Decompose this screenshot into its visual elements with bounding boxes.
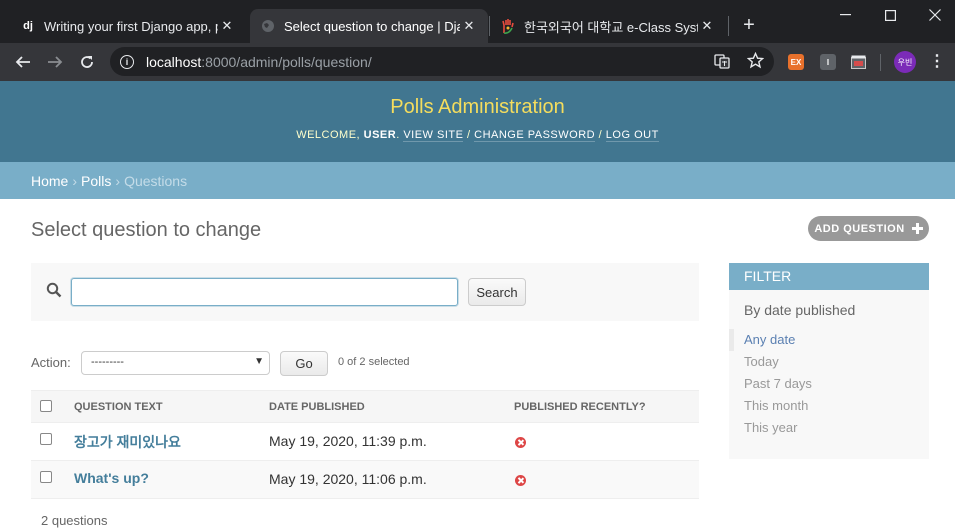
- date-published: May 19, 2020, 11:39 p.m.: [269, 433, 427, 449]
- column-question-text[interactable]: Question text: [74, 401, 163, 413]
- toolbar-separator: [880, 54, 881, 71]
- breadcrumb-home[interactable]: Home: [31, 173, 68, 189]
- results-table: Question text Date published Published r…: [31, 390, 699, 499]
- action-selected-option: ---------: [91, 356, 124, 368]
- tab-title: Writing your first Django app, p: [44, 18, 218, 34]
- site-info-icon[interactable]: i: [120, 54, 134, 69]
- maximize-window-icon[interactable]: [867, 0, 913, 30]
- search-bar: Search: [31, 263, 699, 321]
- reload-icon[interactable]: [76, 51, 98, 73]
- globe-icon: [260, 18, 276, 34]
- username: user: [363, 129, 397, 141]
- admin-header: Polls Administration Welcome, user. View…: [0, 81, 955, 162]
- actions-bar: Action: --------- ▼ Go 0 of 2 selected: [31, 350, 699, 376]
- question-link[interactable]: What's up?: [74, 470, 149, 486]
- filter-option-this-month[interactable]: This month: [729, 395, 929, 417]
- forward-arrow-icon[interactable]: [44, 51, 66, 73]
- search-button[interactable]: Search: [468, 278, 526, 306]
- go-button[interactable]: Go: [280, 351, 328, 376]
- address-bar[interactable]: i localhost:8000/admin/polls/question/: [110, 47, 774, 76]
- translate-icon[interactable]: [714, 53, 730, 73]
- filter-panel: FILTER By date published Any date Today …: [729, 263, 929, 459]
- bookmark-star-icon[interactable]: [746, 51, 765, 73]
- filter-heading: FILTER: [729, 263, 929, 290]
- table-header: Question text Date published Published r…: [31, 390, 699, 423]
- browser-tab-select-question[interactable]: Select question to change | Djan ✕: [250, 9, 488, 43]
- table-row: 장고가 재미있나요 May 19, 2020, 11:39 p.m.: [31, 423, 699, 461]
- filter-title: By date published: [744, 302, 856, 318]
- tab-title: Select question to change | Djan: [284, 18, 460, 34]
- profile-avatar[interactable]: 우빈: [894, 51, 916, 73]
- log-out-link[interactable]: Log out: [605, 129, 659, 142]
- search-input[interactable]: [71, 278, 458, 306]
- close-window-icon[interactable]: [912, 0, 955, 30]
- close-tab-icon[interactable]: ✕: [460, 18, 478, 34]
- tab-title: 한국외국어 대학교 e-Class Syste: [524, 19, 698, 35]
- select-all-checkbox[interactable]: [40, 400, 52, 412]
- filter-option-any-date[interactable]: Any date: [729, 329, 929, 351]
- extension-window-icon[interactable]: [851, 54, 867, 70]
- filter-options: Any date Today Past 7 days This month Th…: [729, 329, 929, 439]
- date-published: May 19, 2020, 11:06 p.m.: [269, 471, 427, 487]
- breadcrumb: Home › Polls › Questions: [0, 162, 955, 199]
- browser-toolbar: i localhost:8000/admin/polls/question/ E…: [0, 43, 955, 81]
- add-question-button[interactable]: ADD QUESTION: [808, 216, 929, 241]
- change-password-link[interactable]: Change password: [474, 129, 596, 142]
- row-checkbox[interactable]: [40, 433, 52, 445]
- action-select[interactable]: --------- ▼: [81, 351, 270, 375]
- search-icon: [46, 282, 62, 298]
- breadcrumb-current: Questions: [124, 172, 188, 189]
- extension-ex-icon[interactable]: EX: [788, 54, 804, 70]
- false-icon: [515, 475, 526, 486]
- extension-i-icon[interactable]: I: [820, 54, 836, 70]
- user-tools: Welcome, user. View site / Change passwo…: [296, 129, 659, 142]
- action-label: Action:: [31, 355, 71, 370]
- filter-option-past-7-days[interactable]: Past 7 days: [729, 373, 929, 395]
- back-arrow-icon[interactable]: [12, 51, 34, 73]
- false-icon: [515, 437, 526, 448]
- new-tab-button[interactable]: +: [738, 14, 760, 36]
- page-title: Select question to change: [31, 219, 262, 241]
- browser-menu-icon[interactable]: ⋮: [928, 53, 946, 71]
- browser-tab-django-tutorial[interactable]: dj Writing your first Django app, p ✕: [10, 9, 246, 43]
- close-tab-icon[interactable]: ✕: [218, 18, 236, 34]
- breadcrumb-polls[interactable]: Polls: [81, 173, 111, 189]
- hand-logo-icon: [500, 18, 516, 34]
- question-link[interactable]: 장고가 재미있나요: [74, 432, 181, 452]
- django-favicon-icon: dj: [23, 20, 33, 32]
- close-tab-icon[interactable]: ✕: [698, 18, 716, 34]
- browser-tab-strip: dj Writing your first Django app, p ✕ Se…: [0, 0, 955, 43]
- minimize-window-icon[interactable]: [822, 0, 868, 30]
- action-counter: 0 of 2 selected: [338, 356, 410, 368]
- tab-separator: [728, 16, 729, 36]
- welcome-text: Welcome,: [296, 129, 364, 141]
- table-row: What's up? May 19, 2020, 11:06 p.m.: [31, 461, 699, 499]
- column-date-published[interactable]: Date published: [269, 401, 365, 413]
- column-published-recently: Published recently?: [514, 401, 646, 413]
- add-question-label: ADD QUESTION: [814, 222, 905, 235]
- filter-option-this-year[interactable]: This year: [729, 417, 929, 439]
- browser-tab-eclass[interactable]: 한국외국어 대학교 e-Class Syste ✕: [490, 9, 726, 43]
- filter-option-today[interactable]: Today: [729, 351, 929, 373]
- row-checkbox[interactable]: [40, 471, 52, 483]
- view-site-link[interactable]: View site: [403, 129, 464, 142]
- plus-icon: [911, 223, 923, 234]
- paginator: 2 questions: [41, 513, 108, 528]
- url-text: localhost:8000/admin/polls/question/: [146, 53, 372, 70]
- chevron-down-icon: ▼: [254, 356, 264, 367]
- site-brand[interactable]: Polls Administration: [0, 96, 955, 119]
